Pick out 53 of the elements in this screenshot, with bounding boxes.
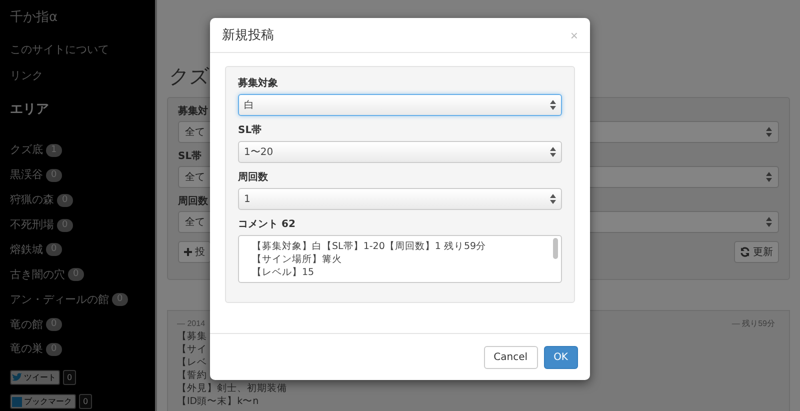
area-link[interactable]: クズ底 xyxy=(10,143,43,158)
site-title[interactable]: 千か指α xyxy=(10,10,58,26)
updown-icon xyxy=(766,127,772,137)
post-line: 【誓約 xyxy=(177,370,207,381)
area-link[interactable]: アン・ディールの館 xyxy=(10,292,109,307)
share-button[interactable]: ブックマーク xyxy=(10,394,76,410)
comment-field[interactable]: 【募集対象】白【SL帯】1-20【周回数】1 残り59分 【サイン場所】篝火 【レベル】15 xyxy=(238,235,562,283)
refresh-icon xyxy=(740,247,750,257)
share-count: 0 xyxy=(63,370,76,385)
scrollbar-thumb[interactable] xyxy=(553,238,558,259)
field-label: 募集対象 xyxy=(238,78,278,90)
post-line: 【募集 xyxy=(177,331,207,342)
area-link[interactable]: 熔鉄城 xyxy=(10,242,43,257)
filter-label: 募集対 xyxy=(178,106,208,118)
updown-icon xyxy=(766,217,772,227)
filter-label: 周回数 xyxy=(178,196,208,208)
post-line: 【サイ xyxy=(177,344,207,355)
sidebar-link[interactable]: このサイトについて xyxy=(10,43,109,57)
modal-title: 新規投稿 xyxy=(222,27,274,44)
area-link[interactable]: 黒渓谷 xyxy=(10,168,43,182)
updown-icon xyxy=(550,194,556,204)
page-heading: クズ xyxy=(169,64,209,88)
share-count: 0 xyxy=(79,394,92,410)
plus-icon xyxy=(184,248,192,256)
section-title: エリア xyxy=(10,102,49,118)
updown-icon xyxy=(550,147,556,157)
field-label: 周回数 xyxy=(238,172,268,184)
select-field[interactable]: 1〜20 xyxy=(238,141,562,163)
field-label: コメント 62 xyxy=(238,219,296,231)
area-link[interactable]: 竜の館 xyxy=(10,318,43,332)
select-field[interactable]: 1 xyxy=(238,188,562,210)
updown-icon xyxy=(766,172,772,182)
post-line: 【レベ xyxy=(177,357,207,368)
share-button[interactable]: ツイート xyxy=(10,370,60,385)
area-link[interactable]: 狩猟の森 xyxy=(10,193,54,208)
field-label: SL帯 xyxy=(238,125,262,137)
sidebar-link[interactable]: リンク xyxy=(10,69,43,83)
post-date: — 2014 xyxy=(177,318,206,330)
filter-label: SL帯 xyxy=(178,151,202,163)
area-link[interactable]: 竜の巣 xyxy=(10,342,43,356)
area-link[interactable]: 不死刑場 xyxy=(10,218,54,232)
updown-icon xyxy=(550,100,556,110)
select-field[interactable]: 白 xyxy=(238,94,562,116)
refresh-button[interactable]: 更新 xyxy=(734,241,779,263)
post-line: 【ID頭〜末】k〜n xyxy=(177,396,259,407)
close-button[interactable]: × xyxy=(570,28,578,42)
ok-button[interactable]: OK xyxy=(544,346,578,369)
cancel-button[interactable]: Cancel xyxy=(484,346,538,369)
area-link[interactable]: 古き闇の穴 xyxy=(10,268,65,282)
bird-icon xyxy=(12,372,22,382)
post-remaining: — 残り59分 xyxy=(732,318,775,330)
post-line: 【外見】剣士、初期装備 xyxy=(177,383,287,394)
post-button[interactable]: 投 xyxy=(178,241,211,263)
